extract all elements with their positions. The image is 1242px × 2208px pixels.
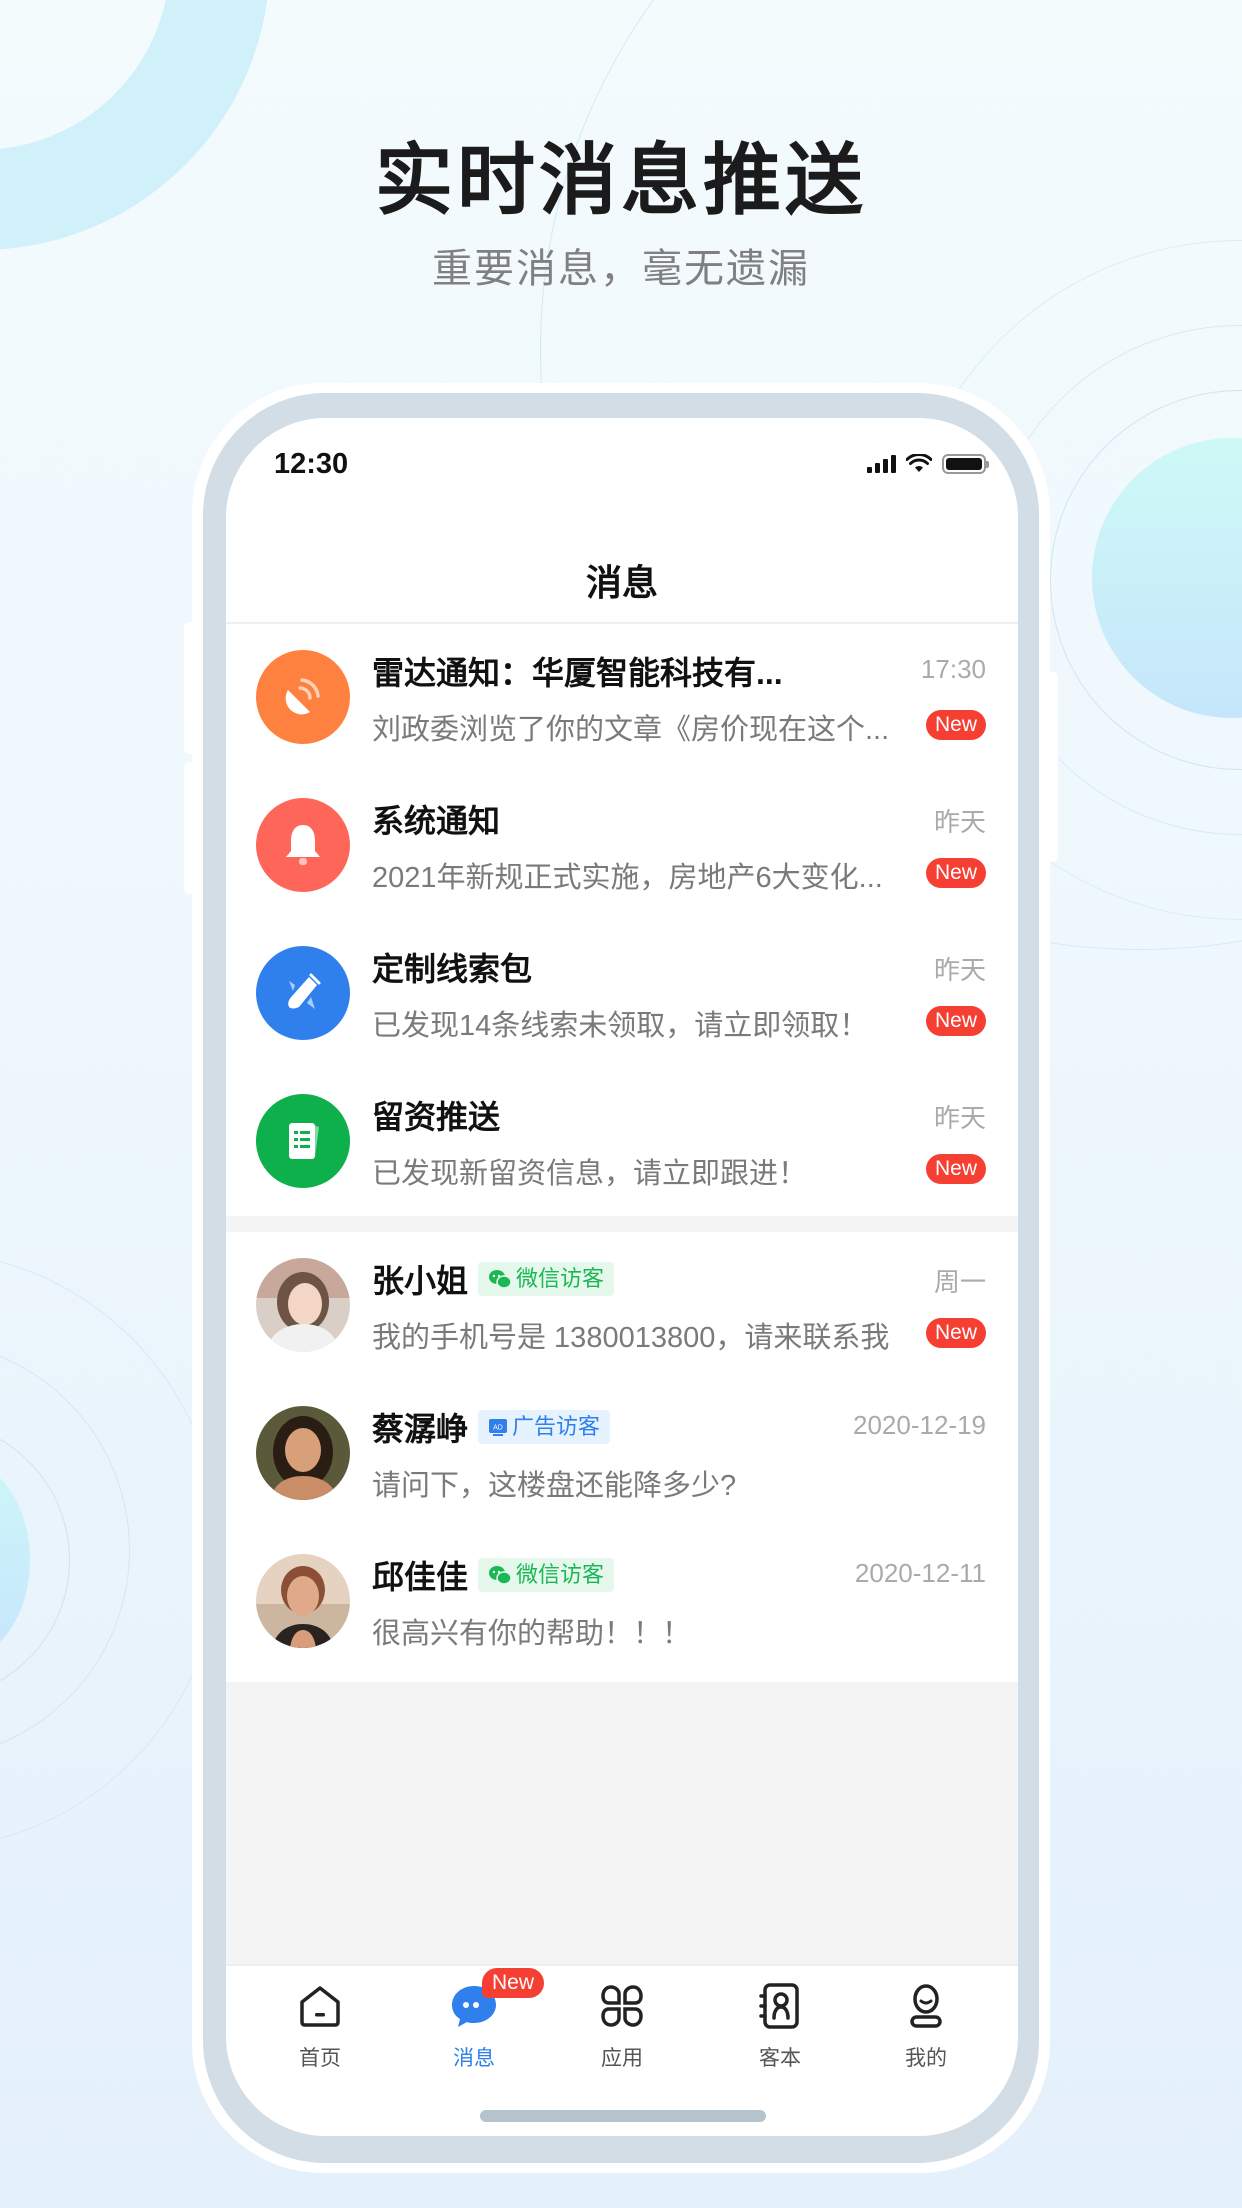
message-preview: 已发现14条线索未领取，请立即领取！ — [372, 1010, 869, 1042]
radar-icon — [256, 650, 350, 744]
new-badge: New — [925, 710, 986, 740]
tab-label: 首页 — [299, 2047, 341, 2070]
navigation-bar: 消息 — [226, 518, 1018, 624]
home-indicator[interactable] — [480, 2110, 766, 2122]
tab-label: 客本 — [759, 2047, 801, 2070]
background-arc-decoration — [0, 1250, 220, 1850]
contact-name-row: 张小姐 微信访客 — [372, 1256, 615, 1302]
message-time: 2020-12-19 — [853, 1410, 986, 1440]
chat-message-list: 张小姐 微信访客 我的手机号是 1380013800，请来联系我 周一 New — [226, 1232, 1018, 1682]
phone-screen: 12:30 消息 雷达通知：华厦智能科技有... 刘政委浏览了你的文章《房价现在… — [226, 418, 1018, 2136]
battery-icon — [942, 454, 989, 474]
contact-book-icon — [754, 1980, 806, 2032]
status-bar: 12:30 — [226, 418, 1018, 518]
new-badge: New — [925, 858, 986, 888]
tab-label: 应用 — [601, 2047, 643, 2070]
status-time: 12:30 — [274, 448, 349, 480]
system-message-item-lead-push[interactable]: 留资推送 已发现新留资信息，请立即跟进！ 昨天 New — [226, 1068, 1018, 1216]
tab-apps[interactable]: 应用 — [562, 1980, 682, 2072]
background-circle-decoration — [0, 1460, 30, 1660]
bell-icon — [256, 798, 350, 892]
new-badge: New — [925, 1318, 986, 1348]
ad-icon: AD — [488, 1417, 508, 1437]
contact-name: 蔡潺峥 — [372, 1411, 469, 1447]
apps-grid-icon — [596, 1980, 648, 2032]
new-badge: New — [482, 1968, 545, 1998]
message-title: 定制线索包 — [372, 951, 533, 987]
tab-contact-book[interactable]: 客本 — [720, 1980, 840, 2072]
message-time: 昨天 — [933, 955, 986, 985]
tab-label: 消息 — [453, 2047, 495, 2070]
avatar — [256, 1258, 350, 1352]
hero-subtitle: 重要消息，毫无遗漏 — [432, 247, 810, 291]
new-badge: New — [925, 1006, 986, 1036]
chat-item[interactable]: 张小姐 微信访客 我的手机号是 1380013800，请来联系我 周一 New — [226, 1232, 1018, 1380]
message-preview: 请问下，这楼盘还能降多少? — [372, 1470, 737, 1502]
tag-label: 微信访客 — [516, 1266, 605, 1291]
message-time: 17:30 — [920, 654, 986, 684]
chat-bubble-icon: New — [448, 1968, 545, 2032]
message-time: 昨天 — [933, 807, 986, 837]
system-message-list: 雷达通知：华厦智能科技有... 刘政委浏览了你的文章《房价现在这个... 17:… — [226, 624, 1018, 1216]
message-preview: 已发现新留资信息，请立即跟进！ — [372, 1158, 808, 1190]
message-title: 雷达通知：华厦智能科技有... — [372, 655, 783, 691]
message-preview: 2021年新规正式实施，房地产6大变化... — [372, 862, 883, 894]
tag-label: 微信访客 — [516, 1562, 605, 1587]
tab-home[interactable]: 首页 — [260, 1980, 380, 2072]
tab-label: 我的 — [905, 2047, 947, 2070]
new-badge: New — [925, 1154, 986, 1184]
avatar — [256, 1406, 350, 1500]
page-title: 消息 — [585, 562, 658, 603]
home-icon — [294, 1980, 346, 2032]
status-icons — [867, 454, 989, 474]
tab-profile[interactable]: 我的 — [866, 1980, 986, 2072]
ad-visitor-tag: AD 广告访客 — [478, 1410, 611, 1444]
wechat-icon — [488, 1269, 512, 1289]
system-message-item-notice[interactable]: 系统通知 2021年新规正式实施，房地产6大变化... 昨天 New — [226, 772, 1018, 920]
message-title: 系统通知 — [372, 803, 501, 839]
background-arc-decoration — [0, 1420, 70, 1700]
message-preview: 我的手机号是 1380013800，请来联系我 — [372, 1322, 890, 1354]
cellular-signal-icon — [867, 455, 896, 473]
message-time: 2020-12-11 — [854, 1558, 986, 1588]
contact-name-row: 蔡潺峥 AD 广告访客 — [372, 1404, 611, 1450]
tab-messages[interactable]: New 消息 — [414, 1968, 545, 2072]
wechat-visitor-tag: 微信访客 — [478, 1558, 615, 1592]
message-preview: 很高兴有你的帮助！！！ — [372, 1618, 692, 1650]
chat-item[interactable]: 蔡潺峥 AD 广告访客 请问下，这楼盘还能降多少? 2020-12-19 — [226, 1380, 1018, 1528]
message-title: 留资推送 — [372, 1099, 501, 1135]
chat-item[interactable]: 邱佳佳 微信访客 很高兴有你的帮助！！！ 2020-12-11 — [226, 1528, 1018, 1676]
background-circle-decoration — [1092, 438, 1242, 718]
contact-name: 张小姐 — [372, 1263, 469, 1299]
document-list-icon — [256, 1094, 350, 1188]
contact-name-row: 邱佳佳 微信访客 — [372, 1552, 615, 1598]
contact-name: 邱佳佳 — [372, 1559, 469, 1595]
avatar — [256, 1554, 350, 1648]
system-message-item-clue-pack[interactable]: 定制线索包 已发现14条线索未领取，请立即领取！ 昨天 New — [226, 920, 1018, 1068]
background-arc-decoration — [0, 1340, 130, 1760]
wifi-icon — [906, 454, 932, 472]
wechat-visitor-tag: 微信访客 — [478, 1262, 615, 1296]
wechat-icon — [488, 1565, 512, 1585]
message-time: 周一 — [933, 1267, 986, 1297]
hero-title: 实时消息推送 — [374, 136, 867, 224]
profile-icon — [900, 1980, 952, 2032]
svg-text:AD: AD — [493, 1425, 503, 1432]
tag-label: 广告访客 — [512, 1414, 601, 1439]
system-message-item-radar[interactable]: 雷达通知：华厦智能科技有... 刘政委浏览了你的文章《房价现在这个... 17:… — [226, 624, 1018, 772]
message-preview: 刘政委浏览了你的文章《房价现在这个... — [372, 714, 890, 746]
rocket-icon — [256, 946, 350, 1040]
message-time: 昨天 — [933, 1103, 986, 1133]
background-arc-decoration — [1050, 390, 1242, 770]
